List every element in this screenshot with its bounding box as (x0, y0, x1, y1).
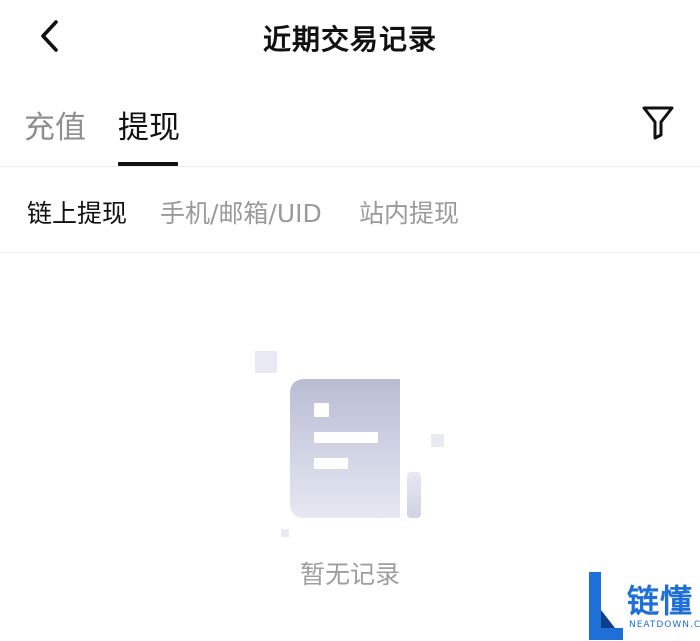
watermark-cn-text: 链懂 (627, 582, 694, 620)
watermark-l-icon (589, 572, 623, 640)
watermark-logo: 链懂 NEATDOWN.COM (585, 570, 700, 641)
header: 近期交易记录 (0, 0, 700, 74)
filter-funnel-icon (642, 106, 674, 140)
primary-tabs: 充值 提现 (0, 92, 700, 167)
withdraw-type-tabs: 链上提现 手机/邮箱/UID 站内提现 (0, 167, 700, 253)
subtab-internal-withdraw[interactable]: 站内提现 (359, 194, 459, 230)
filter-button[interactable] (636, 100, 680, 144)
watermark-en-text: NEATDOWN.COM (629, 620, 700, 630)
tab-deposit[interactable]: 充值 (24, 102, 86, 147)
empty-document-icon (250, 348, 450, 543)
tab-withdraw[interactable]: 提现 (118, 102, 180, 147)
subtab-phone-email-uid[interactable]: 手机/邮箱/UID (160, 194, 322, 230)
active-tab-indicator (118, 162, 178, 166)
subtab-onchain-withdraw[interactable]: 链上提现 (27, 194, 127, 230)
page-title: 近期交易记录 (262, 23, 437, 56)
